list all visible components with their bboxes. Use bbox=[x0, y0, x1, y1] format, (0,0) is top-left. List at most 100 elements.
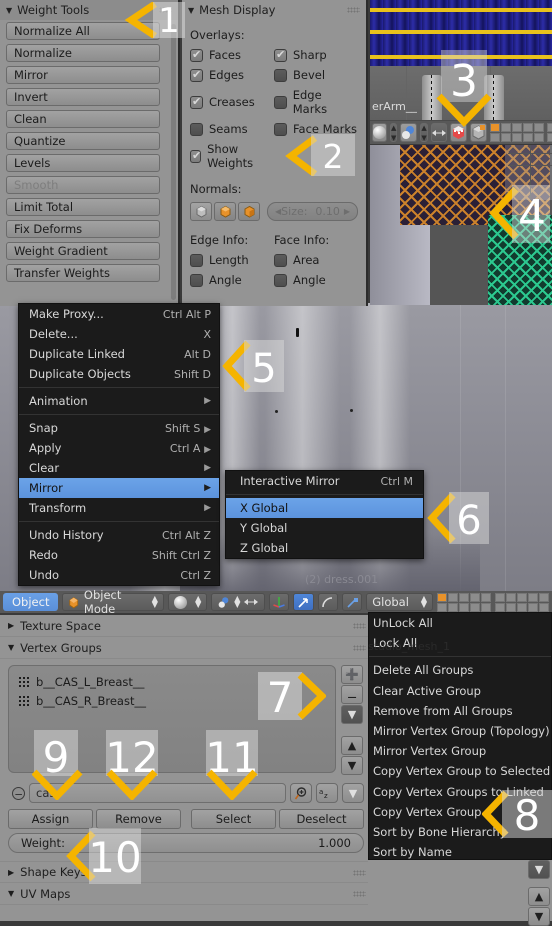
layer-grid-2[interactable] bbox=[546, 123, 552, 142]
menu-item-redo[interactable]: Redo Shift Ctrl Z bbox=[19, 545, 219, 565]
menu-item-copy-vertex-groups-to-linked[interactable]: Copy Vertex Groups to Linked bbox=[369, 782, 551, 802]
menu-item-z-global[interactable]: Z Global bbox=[226, 538, 423, 558]
solid-cube-icon[interactable] bbox=[469, 123, 487, 142]
fix-deforms-button[interactable]: Fix Deforms bbox=[6, 220, 160, 238]
menu-item-transform[interactable]: Transform ▶ bbox=[19, 498, 219, 518]
shading-dropdown[interactable]: ▲ ▼ bbox=[390, 123, 398, 142]
checkbox-seams[interactable]: Seams bbox=[190, 122, 274, 136]
split-normals-icon-button[interactable] bbox=[214, 202, 236, 221]
sort-alpha-button[interactable]: az bbox=[316, 783, 338, 803]
translate-manipulator-button[interactable] bbox=[293, 593, 314, 611]
checkbox-edge-marks[interactable]: Edge Marks bbox=[274, 88, 358, 116]
shading-sphere-icon[interactable] bbox=[372, 123, 387, 142]
menu-item-copy-vertex-group[interactable]: Copy Vertex Group bbox=[369, 802, 551, 822]
panel-scrollbar[interactable] bbox=[171, 24, 176, 300]
zoom-search-icon-button[interactable] bbox=[290, 783, 312, 803]
layer-grid-1[interactable] bbox=[489, 123, 544, 142]
header-layer-grid-1[interactable] bbox=[436, 592, 491, 612]
checkbox-face-angle[interactable]: Angle bbox=[274, 273, 358, 287]
normalize-button[interactable]: Normalize bbox=[6, 44, 160, 62]
transform-orientation-selector[interactable]: Global ▲ ▼ bbox=[366, 593, 433, 611]
menu-item-delete-all-groups[interactable]: Delete All Groups bbox=[369, 660, 551, 680]
vertex-groups-panel-header[interactable]: ▼ Vertex Groups bbox=[0, 637, 372, 659]
menu-item-sort-by-bone-hierarchy[interactable]: Sort by Bone Hierarchy bbox=[369, 822, 551, 842]
select-button[interactable]: Select bbox=[191, 809, 276, 829]
vertex-group-list[interactable]: b__CAS_L_Breast__ b__CAS_R_Breast__ bbox=[8, 665, 336, 773]
viewport-3d-top-right[interactable]: erArm__ bbox=[370, 0, 552, 133]
menu-item-apply[interactable]: Apply Ctrl A ▶ bbox=[19, 438, 219, 458]
sort-options-dropdown[interactable]: ▼ bbox=[342, 783, 364, 803]
checkbox-creases[interactable]: Creases bbox=[190, 88, 274, 116]
scale-manipulator-button[interactable] bbox=[341, 593, 363, 611]
menu-item-clear-active-group[interactable]: Clear Active Group bbox=[369, 681, 551, 701]
vertex-group-search-input[interactable]: cas bbox=[29, 783, 286, 803]
vertex-group-specials-button[interactable]: ▼ bbox=[341, 705, 363, 724]
mirror-button[interactable]: Mirror bbox=[6, 66, 160, 84]
specials-dropdown-button[interactable]: ▼ bbox=[528, 860, 550, 879]
transfer-weights-button[interactable]: Transfer Weights bbox=[6, 264, 160, 282]
move-group-up-button[interactable]: ▲ bbox=[341, 736, 363, 755]
checkbox-face-marks[interactable]: Face Marks bbox=[274, 122, 358, 136]
move-group-down-button[interactable]: ▼ bbox=[341, 756, 363, 775]
texture-cube-icon[interactable] bbox=[449, 123, 467, 142]
invert-button[interactable]: Invert bbox=[6, 88, 160, 106]
scene-dropdown[interactable]: ▲ ▼ bbox=[420, 123, 428, 142]
checkbox-edge-length[interactable]: Length bbox=[190, 253, 274, 267]
expand-arrows-icon[interactable] bbox=[430, 123, 447, 142]
checkbox-edge-angle[interactable]: Angle bbox=[190, 273, 274, 287]
viewport-3d-edit-mode[interactable]: Separate Selection P By Material P By lo… bbox=[370, 145, 552, 305]
menu-item-clear[interactable]: Clear ▶ bbox=[19, 458, 219, 478]
move-down-button[interactable]: ▼ bbox=[528, 907, 550, 926]
remove-button[interactable]: Remove bbox=[96, 809, 181, 829]
menu-item-remove-from-all-groups[interactable]: Remove from All Groups bbox=[369, 701, 551, 721]
face-normals-icon-button[interactable] bbox=[238, 202, 260, 221]
manipulator-toggle[interactable] bbox=[269, 593, 290, 611]
menu-item-make-proxy[interactable]: Make Proxy... Ctrl Alt P bbox=[19, 304, 219, 324]
normalize-all-button[interactable]: Normalize All bbox=[6, 22, 160, 40]
menu-item-mirror[interactable]: Mirror ▶ bbox=[19, 478, 219, 498]
menu-item-interactive-mirror[interactable]: Interactive Mirror Ctrl M bbox=[226, 471, 423, 491]
menu-item-duplicate-objects[interactable]: Duplicate Objects Shift D bbox=[19, 364, 219, 384]
menu-item-copy-vertex-group-to-selected[interactable]: Copy Vertex Group to Selected bbox=[369, 761, 551, 781]
viewport-shading-selector[interactable]: ▲ ▼ bbox=[167, 593, 208, 611]
list-item[interactable]: b__CAS_R_Breast__ bbox=[9, 691, 335, 710]
menu-item-undo[interactable]: Undo Ctrl Z bbox=[19, 565, 219, 585]
add-vertex-group-button[interactable]: ➕ bbox=[341, 665, 363, 684]
checkbox-faces[interactable]: Faces bbox=[190, 48, 274, 62]
checkbox-sharp[interactable]: Sharp bbox=[274, 48, 358, 62]
shape-keys-panel-header[interactable]: ▶ Shape Keys bbox=[0, 861, 372, 883]
move-up-button[interactable]: ▲ bbox=[528, 887, 550, 906]
menu-item-y-global[interactable]: Y Global bbox=[226, 518, 423, 538]
levels-button[interactable]: Levels bbox=[6, 154, 160, 172]
mesh-display-header[interactable]: ▼ Mesh Display bbox=[182, 0, 366, 20]
deselect-button[interactable]: Deselect bbox=[279, 809, 364, 829]
list-item[interactable]: b__CAS_L_Breast__ bbox=[9, 672, 335, 691]
menu-item-mirror-vertex-group[interactable]: Mirror Vertex Group bbox=[369, 741, 551, 761]
menu-item-animation[interactable]: Animation ▶ bbox=[19, 391, 219, 411]
menu-item-x-global[interactable]: X Global bbox=[226, 498, 423, 518]
uv-maps-panel-header[interactable]: ▼ UV Maps bbox=[0, 883, 372, 905]
weight-tools-header[interactable]: ▼ Weight Tools bbox=[0, 0, 178, 20]
menu-item-sort-by-name[interactable]: Sort by Name bbox=[369, 842, 551, 862]
checkbox-edges[interactable]: Edges bbox=[190, 68, 274, 82]
vertex-normals-icon-button[interactable] bbox=[190, 202, 212, 221]
mode-selector[interactable]: Object Mode ▲ ▼ bbox=[62, 588, 164, 616]
menu-item-snap[interactable]: Snap Shift S ▶ bbox=[19, 418, 219, 438]
header-layer-grid-2[interactable] bbox=[494, 592, 549, 612]
show-weights-checkbox[interactable]: Show Weights bbox=[190, 142, 274, 170]
clean-button[interactable]: Clean bbox=[6, 110, 160, 128]
limit-total-button[interactable]: Limit Total bbox=[6, 198, 160, 216]
weight-gradient-button[interactable]: Weight Gradient bbox=[6, 242, 160, 260]
pivot-selector[interactable]: ▲ ▼ bbox=[211, 593, 266, 611]
assign-button[interactable]: Assign bbox=[8, 809, 93, 829]
menu-item-undo-history[interactable]: Undo History Ctrl Alt Z bbox=[19, 525, 219, 545]
menu-item-delete[interactable]: Delete... X bbox=[19, 324, 219, 344]
menu-item-mirror-vertex-group-topology[interactable]: Mirror Vertex Group (Topology) bbox=[369, 721, 551, 741]
weight-slider[interactable]: Weight: 1.000 bbox=[8, 833, 364, 853]
collapse-search-icon[interactable]: ⚊ bbox=[12, 786, 25, 800]
menu-item-unlock-all[interactable]: UnLock All bbox=[369, 613, 551, 633]
quantize-button[interactable]: Quantize bbox=[6, 132, 160, 150]
checkbox-face-area[interactable]: Area bbox=[274, 253, 358, 267]
rotate-manipulator-button[interactable] bbox=[317, 593, 338, 611]
normals-size-field[interactable]: ◀ Size: 0.10 ▶ bbox=[267, 202, 358, 221]
